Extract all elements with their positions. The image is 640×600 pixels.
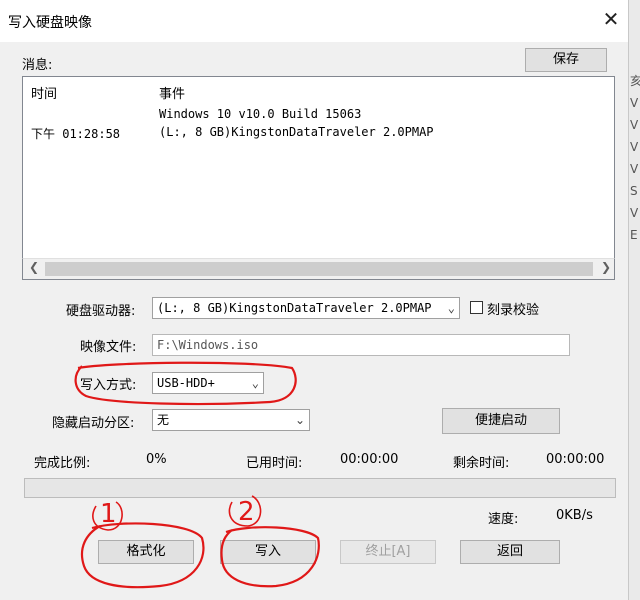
annotation-mark-2: 2: [238, 497, 255, 527]
annotation-circle-write-mode: [74, 361, 297, 406]
red-annotation-layer: 1 2: [74, 361, 320, 589]
annotation-circle-format: [80, 522, 205, 589]
annotation-circle-write: [220, 526, 320, 588]
annotation-mark-1: 1: [100, 499, 117, 529]
